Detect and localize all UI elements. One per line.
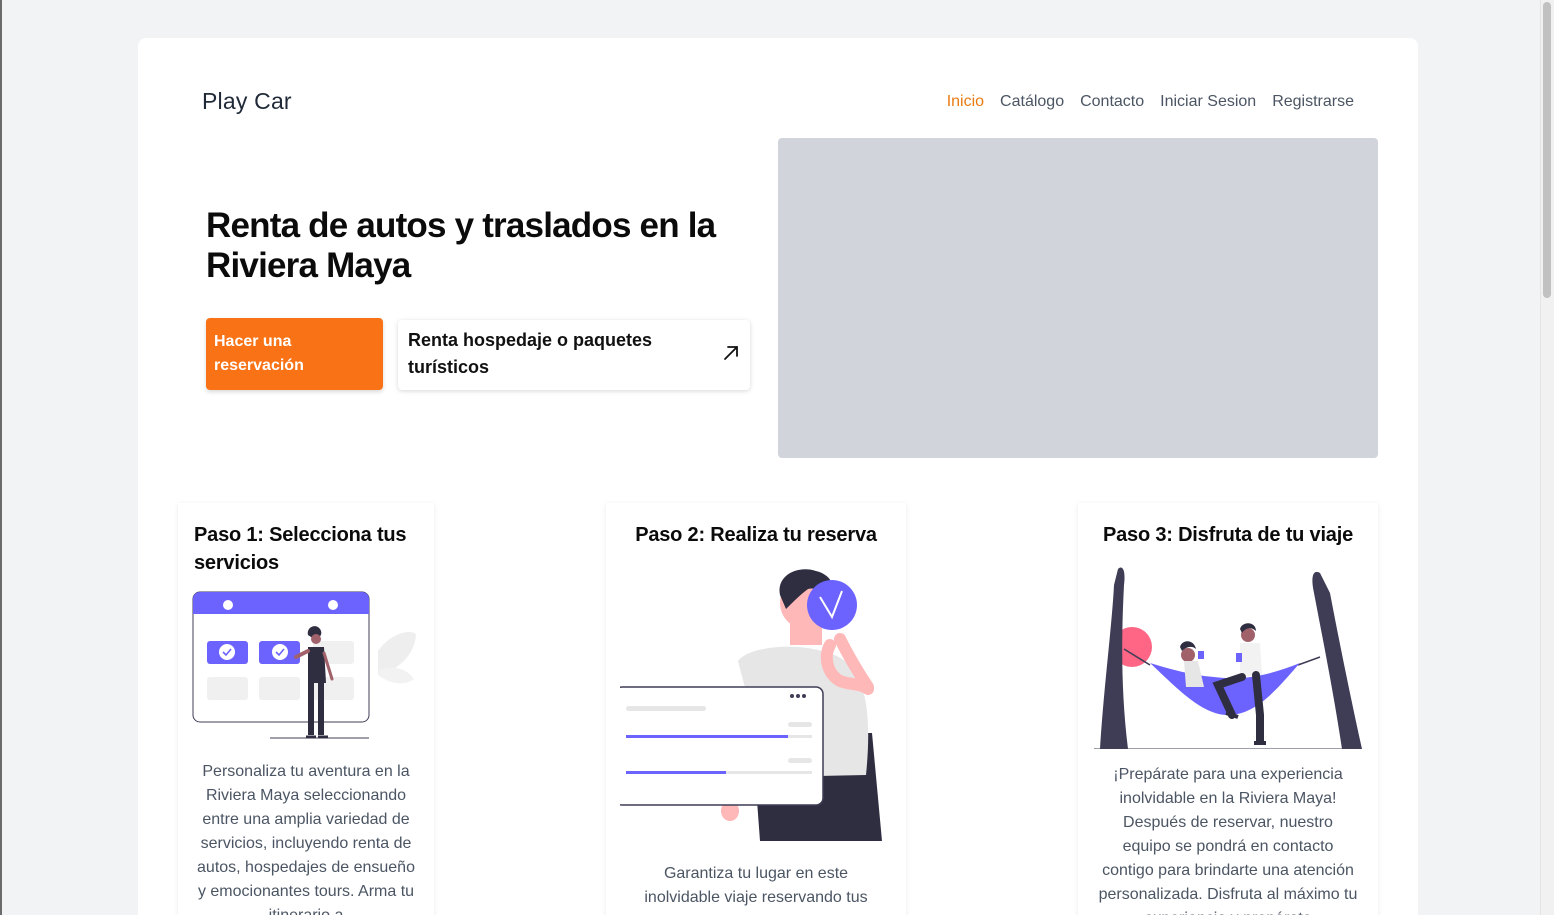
step-1-title: Paso 1: Selecciona tus servicios: [194, 524, 407, 574]
nav-item-contacto[interactable]: Contacto: [1080, 93, 1144, 111]
scrollbar-thumb[interactable]: [1543, 2, 1551, 298]
lodging-packages-label: Renta hospedaje o paquetes turísticos: [408, 330, 653, 377]
confirmed-reservation-illustration: [620, 569, 882, 841]
site-logo[interactable]: Play Car: [202, 88, 292, 115]
nav-item-registrarse[interactable]: Registrarse: [1272, 93, 1354, 111]
step-2-description: Garantiza tu lugar en este inolvidable v…: [644, 865, 868, 906]
step-3-title: Paso 3: Disfruta de tu viaje: [1102, 524, 1354, 546]
page-container: Play Car Inicio Catálogo Contacto Inicia…: [138, 38, 1418, 915]
step-card-1: Paso 1: Selecciona tus servicios Persona…: [178, 503, 434, 915]
nav-item-inicio[interactable]: Inicio: [947, 93, 984, 111]
hero-media-placeholder: [778, 138, 1378, 458]
nav-item-catalogo[interactable]: Catálogo: [1000, 93, 1064, 111]
make-reservation-button[interactable]: Hacer una reservación: [206, 318, 383, 390]
hero-title: Renta de autos y traslados en la Riviera…: [206, 206, 716, 285]
make-reservation-label: Hacer una reservación: [214, 333, 304, 374]
step-1-description: Personaliza tu aventura en la Riviera Ma…: [197, 763, 415, 915]
main-nav: Inicio Catálogo Contacto Iniciar Sesion …: [947, 93, 1354, 111]
arrow-up-right-icon: [724, 346, 738, 360]
nav-item-iniciar-sesion[interactable]: Iniciar Sesion: [1160, 93, 1256, 111]
step-2-title: Paso 2: Realiza tu reserva: [635, 524, 877, 546]
step-3-description: ¡Prepárate para una experiencia inolvida…: [1098, 766, 1358, 915]
page-scrollbar[interactable]: [1540, 0, 1554, 915]
step-card-3: Paso 3: Disfruta de tu viaje ¡Prepárate …: [1078, 503, 1378, 915]
calendar-selection-illustration: [192, 591, 416, 739]
hammock-relax-illustration: [1094, 567, 1362, 749]
step-card-2: Paso 2: Realiza tu reserva Garantiza tu: [606, 503, 906, 915]
lodging-packages-button[interactable]: Renta hospedaje o paquetes turísticos: [398, 320, 750, 390]
window-edge: [0, 0, 2, 915]
